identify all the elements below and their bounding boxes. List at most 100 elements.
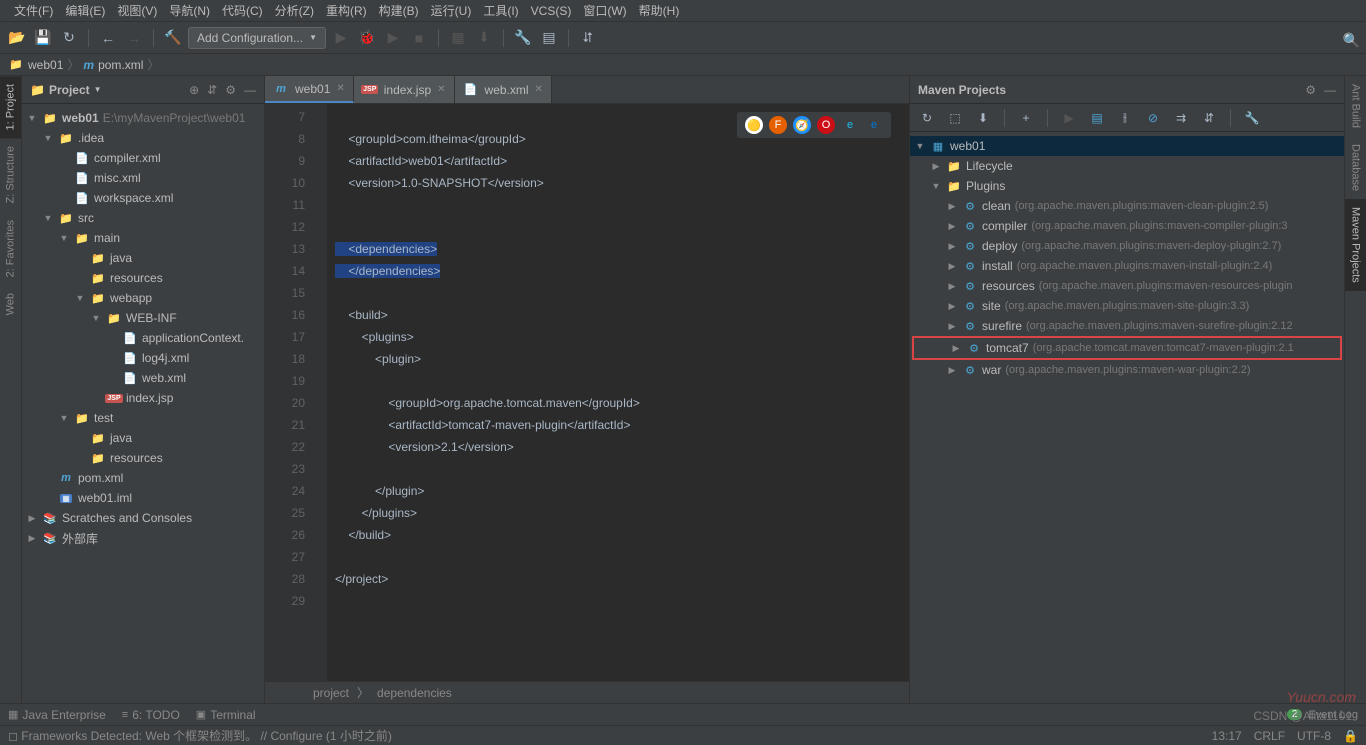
tree-item[interactable]: mpom.xml <box>22 468 264 488</box>
maven-plugin-item[interactable]: ▶⚙site (org.apache.maven.plugins:maven-s… <box>910 296 1344 316</box>
tree-item[interactable]: ▼📁main <box>22 228 264 248</box>
locate-icon[interactable]: ⊕ <box>189 83 199 97</box>
menu-item[interactable]: 代码(C) <box>216 2 269 19</box>
collapse-all-icon[interactable]: ⇵ <box>1198 107 1220 129</box>
maven-plugin-item[interactable]: ▶⚙surefire (org.apache.maven.plugins:mav… <box>910 316 1344 336</box>
menu-item[interactable]: VCS(S) <box>525 4 578 18</box>
maven-settings-icon[interactable]: 🔧 <box>1241 107 1263 129</box>
collapse-icon[interactable]: ⇵ <box>207 83 217 97</box>
safari-icon[interactable]: 🧭 <box>793 116 811 134</box>
maven-plugin-item[interactable]: ▶⚙resources (org.apache.maven.plugins:ma… <box>910 276 1344 296</box>
skip-tests-icon[interactable]: ⊘ <box>1142 107 1164 129</box>
maven-plugin-item[interactable]: ▶⚙war (org.apache.maven.plugins:maven-wa… <box>910 360 1344 380</box>
execute-icon[interactable]: ▤ <box>1086 107 1108 129</box>
maven-plugin-item[interactable]: ▶⚙clean (org.apache.maven.plugins:maven-… <box>910 196 1344 216</box>
tree-item[interactable]: ▼📁web01 E:\myMavenProject\web01 <box>22 108 264 128</box>
status-sep[interactable]: CRLF <box>1254 729 1285 743</box>
bot-tab-terminal[interactable]: ▣ Terminal <box>196 708 256 722</box>
back-icon[interactable]: ← <box>97 27 119 49</box>
status-lock-icon[interactable]: 🔒 <box>1343 729 1358 743</box>
right-strip-tab[interactable]: Ant Build <box>1345 76 1366 136</box>
debug-icon[interactable]: 🐞 <box>356 27 378 49</box>
tree-item[interactable]: 📄log4j.xml <box>22 348 264 368</box>
menu-item[interactable]: 分析(Z) <box>269 2 320 19</box>
opera-icon[interactable]: O <box>817 116 835 134</box>
gear-icon[interactable]: ⚙ <box>225 83 236 97</box>
code-content[interactable]: <groupId>com.itheima</groupId> <artifact… <box>327 104 909 681</box>
fold-gutter[interactable] <box>313 104 327 681</box>
breadcrumb-file[interactable]: m pom.xml <box>83 58 143 72</box>
hide-icon[interactable]: — <box>1324 83 1336 97</box>
tree-item[interactable]: ▶📚外部库 <box>22 528 264 549</box>
tree-item[interactable]: 📄applicationContext. <box>22 328 264 348</box>
bot-tab-javaee[interactable]: ▦ Java Enterprise <box>8 708 106 722</box>
close-icon[interactable]: ✕ <box>336 83 344 94</box>
run-icon[interactable]: ▶ <box>330 27 352 49</box>
structure-icon[interactable]: ▤ <box>538 27 560 49</box>
coverage-icon[interactable]: ▶ <box>382 27 404 49</box>
run-maven-icon[interactable]: ▶ <box>1058 107 1080 129</box>
maven-plugin-item[interactable]: ▶⚙compiler (org.apache.maven.plugins:mav… <box>910 216 1344 236</box>
vcs-icon[interactable]: ⮃ <box>577 27 599 49</box>
toggle-offline-icon[interactable]: ⫲ <box>1114 107 1136 129</box>
maven-lifecycle[interactable]: ▶📁Lifecycle <box>910 156 1344 176</box>
tree-item[interactable]: 📄workspace.xml <box>22 188 264 208</box>
forward-icon[interactable]: → <box>123 27 145 49</box>
maven-tree[interactable]: ▼▦web01▶📁Lifecycle▼📁Plugins▶⚙clean (org.… <box>910 132 1344 703</box>
editor-tab[interactable]: 📄web.xml✕ <box>455 76 552 103</box>
menu-item[interactable]: 编辑(E) <box>59 2 111 19</box>
edge-icon[interactable]: e <box>865 116 883 134</box>
crumb-project[interactable]: project <box>313 686 349 700</box>
menu-item[interactable]: 导航(N) <box>163 2 216 19</box>
tree-item[interactable]: JSPindex.jsp <box>22 388 264 408</box>
tree-item[interactable]: 📁resources <box>22 448 264 468</box>
maven-plugin-item[interactable]: ▶⚙install (org.apache.maven.plugins:mave… <box>910 256 1344 276</box>
tree-item[interactable]: 📄web.xml <box>22 368 264 388</box>
tree-item[interactable]: 📁java <box>22 248 264 268</box>
chrome-icon[interactable]: 🟡 <box>745 116 763 134</box>
generate-icon[interactable]: ⬚ <box>944 107 966 129</box>
maven-plugin-item[interactable]: ▶⚙deploy (org.apache.maven.plugins:maven… <box>910 236 1344 256</box>
tree-item[interactable]: 📁java <box>22 428 264 448</box>
tree-item[interactable]: ▼📁test <box>22 408 264 428</box>
maven-root[interactable]: ▼▦web01 <box>910 136 1344 156</box>
download-icon[interactable]: ⬇ <box>972 107 994 129</box>
right-strip-tab[interactable]: Maven Projects <box>1345 199 1366 291</box>
save-icon[interactable]: 💾 <box>32 27 54 49</box>
right-strip-tab[interactable]: Database <box>1345 136 1366 199</box>
reimport-icon[interactable]: ↻ <box>916 107 938 129</box>
tree-item[interactable]: ▼📁.idea <box>22 128 264 148</box>
tree-item[interactable]: ▼📁webapp <box>22 288 264 308</box>
add-icon[interactable]: + <box>1015 107 1037 129</box>
menu-item[interactable]: 帮助(H) <box>633 2 686 19</box>
hide-icon[interactable]: — <box>244 83 256 97</box>
ie-icon[interactable]: e <box>841 116 859 134</box>
tree-item[interactable]: ▼📁WEB-INF <box>22 308 264 328</box>
tree-item[interactable]: ▦web01.iml <box>22 488 264 508</box>
tree-item[interactable]: 📄misc.xml <box>22 168 264 188</box>
maven-plugin-item[interactable]: ▶⚙tomcat7 (org.apache.tomcat.maven:tomca… <box>912 336 1342 360</box>
close-icon[interactable]: ✕ <box>535 84 543 95</box>
project-panel-title[interactable]: 📁 Project ▼ <box>30 83 183 97</box>
tree-item[interactable]: 📁resources <box>22 268 264 288</box>
search-icon[interactable]: 🔍 <box>1343 32 1360 49</box>
menu-item[interactable]: 重构(R) <box>320 2 373 19</box>
bot-tab-todo[interactable]: ≡ 6: TODO <box>122 708 180 722</box>
tree-item[interactable]: ▶📚Scratches and Consoles <box>22 508 264 528</box>
profiler-icon[interactable]: ▦ <box>447 27 469 49</box>
project-tree[interactable]: ▼📁web01 E:\myMavenProject\web01▼📁.idea📄c… <box>22 104 264 703</box>
menu-item[interactable]: 构建(B) <box>373 2 425 19</box>
gear-icon[interactable]: ⚙ <box>1305 83 1316 97</box>
left-strip-tab[interactable]: Z: Structure <box>0 138 21 211</box>
sync-icon[interactable]: ↻ <box>58 27 80 49</box>
code-editor[interactable]: 7891011121314151617181920212223242526272… <box>265 104 909 681</box>
left-strip-tab[interactable]: Web <box>0 285 21 323</box>
build-icon[interactable]: 🔨 <box>162 27 184 49</box>
attach-icon[interactable]: ⬇ <box>473 27 495 49</box>
stop-icon[interactable]: ■ <box>408 27 430 49</box>
menu-item[interactable]: 视图(V) <box>111 2 163 19</box>
crumb-deps[interactable]: dependencies <box>377 686 452 700</box>
settings-icon[interactable]: 🔧 <box>512 27 534 49</box>
menu-item[interactable]: 文件(F) <box>8 2 59 19</box>
maven-plugins[interactable]: ▼📁Plugins <box>910 176 1344 196</box>
